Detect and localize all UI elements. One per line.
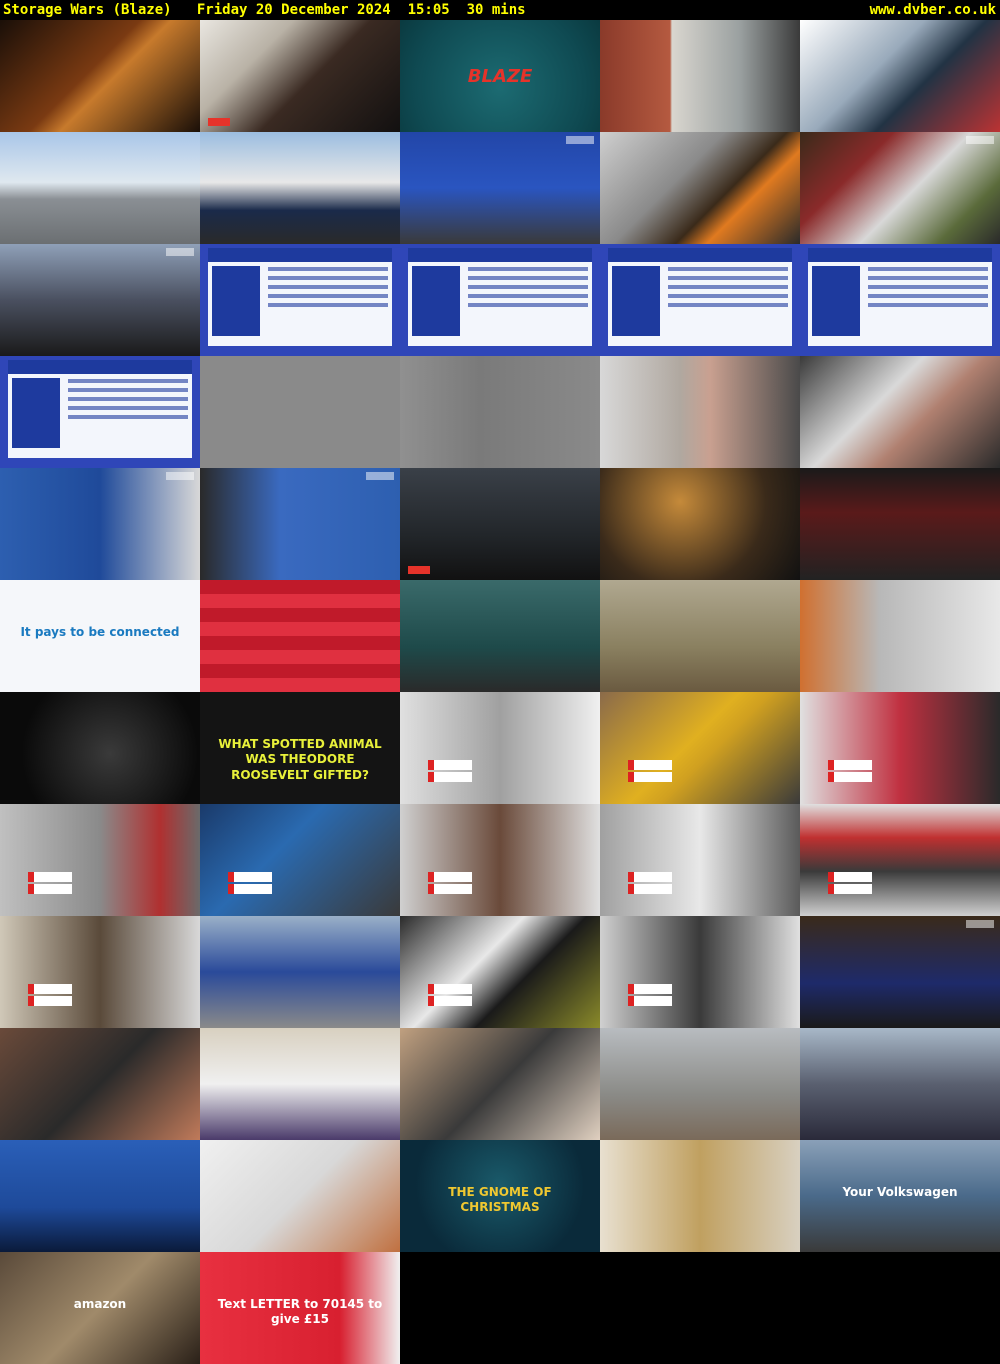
screenshot-thumbnail[interactable]: It pays to be connected [0,580,200,692]
screenshot-thumbnail[interactable] [0,916,200,1028]
thumbnail-caption: Your Volkswagen [842,1184,958,1199]
channel-watermark-icon [566,136,594,144]
channel-watermark-icon [166,248,194,256]
screenshot-thumbnail[interactable] [200,468,400,580]
value-cost-overlay [628,872,672,906]
screenshot-thumbnail[interactable] [600,20,800,132]
screenshot-thumbnail[interactable]: Text LETTER to 70145 to give £15 [200,1252,400,1364]
screenshot-thumbnail[interactable] [400,356,600,468]
screenshot-thumbnail[interactable] [200,244,400,356]
screenshot-thumbnail[interactable] [600,468,800,580]
screenshot-thumbnail[interactable] [600,692,800,804]
screenshot-thumbnail[interactable]: WHAT SPOTTED ANIMAL WAS THEODORE ROOSEVE… [200,692,400,804]
screenshot-thumbnail[interactable] [200,132,400,244]
thumbnail-caption: It pays to be connected [20,624,180,639]
screenshot-thumbnail[interactable] [400,804,600,916]
screenshot-thumbnail[interactable]: Your Volkswagen [800,1140,1000,1252]
screenshot-thumbnail[interactable] [0,356,200,468]
screenshot-thumbnail[interactable] [200,356,400,468]
value-cost-overlay [428,760,472,794]
screenshot-thumbnail[interactable] [600,1140,800,1252]
screenshot-thumbnail[interactable] [800,1028,1000,1140]
channel-watermark-icon [166,472,194,480]
thumbnail-caption: BLAZE [467,66,533,87]
screenshot-thumbnail[interactable] [0,1028,200,1140]
value-cost-overlay [428,984,472,1018]
screenshot-thumbnail[interactable] [200,916,400,1028]
thumbnail-caption: Text LETTER to 70145 to give £15 [217,1296,383,1327]
screenshot-thumbnail[interactable] [200,1140,400,1252]
screenshot-thumbnail[interactable] [600,132,800,244]
screenshot-thumbnail[interactable] [800,916,1000,1028]
thumbnail-caption: THE GNOME OF CHRISTMAS [448,1184,552,1215]
page-header: Storage Wars (Blaze) Friday 20 December … [0,0,1000,20]
thumbnail-caption: amazon [73,1296,127,1311]
channel-logo-icon [208,118,230,126]
screenshot-thumbnail[interactable] [400,1028,600,1140]
screenshot-thumbnail[interactable] [600,916,800,1028]
programme-title: Storage Wars (Blaze) Friday 20 December … [3,2,526,18]
screenshot-thumbnail[interactable]: THE GNOME OF CHRISTMAS [400,1140,600,1252]
channel-watermark-icon [966,136,994,144]
screenshot-thumbnail[interactable] [800,804,1000,916]
screenshot-thumbnail[interactable] [400,692,600,804]
screenshot-thumbnail[interactable] [600,244,800,356]
screenshot-thumbnail[interactable] [600,580,800,692]
screenshot-thumbnail[interactable] [200,804,400,916]
screenshot-thumbnail[interactable] [0,132,200,244]
screenshot-thumbnail[interactable]: BLAZE [400,20,600,132]
screenshot-thumbnail[interactable] [0,244,200,356]
screenshot-thumbnail[interactable] [400,916,600,1028]
screenshot-thumbnail[interactable] [0,692,200,804]
screenshot-thumbnail[interactable] [0,804,200,916]
channel-logo-icon [408,566,430,574]
screenshot-thumbnail[interactable] [800,20,1000,132]
thumbnail-caption: WHAT SPOTTED ANIMAL WAS THEODORE ROOSEVE… [218,736,382,782]
screenshot-thumbnail[interactable] [800,244,1000,356]
screenshot-thumbnail[interactable] [800,356,1000,468]
screenshot-thumbnail[interactable] [0,1140,200,1252]
value-cost-overlay [428,872,472,906]
screenshot-thumbnail[interactable] [800,468,1000,580]
screenshot-thumbnail[interactable] [400,132,600,244]
site-link[interactable]: www.dvber.co.uk [870,0,996,20]
screenshot-thumbnail[interactable] [200,580,400,692]
cruise-advert-panel [808,248,992,346]
screenshot-thumbnail[interactable] [200,20,400,132]
screenshot-thumbnail[interactable] [600,804,800,916]
screenshot-thumbnail[interactable] [200,1028,400,1140]
value-cost-overlay [228,872,272,906]
screenshot-thumbnail[interactable] [400,580,600,692]
thumbnail-grid: BLAZE It pays to be connected WHAT SPOTTED… [0,20,1000,1364]
value-cost-overlay [628,984,672,1018]
screenshot-thumbnail[interactable] [600,1028,800,1140]
screenshot-thumbnail[interactable] [400,468,600,580]
value-cost-overlay [28,872,72,906]
channel-watermark-icon [366,472,394,480]
value-cost-overlay [28,984,72,1018]
screenshot-thumbnail[interactable] [800,692,1000,804]
screenshot-thumbnail[interactable] [800,580,1000,692]
value-cost-overlay [828,760,872,794]
channel-watermark-icon [966,920,994,928]
screenshot-thumbnail[interactable]: amazon [0,1252,200,1364]
screenshot-thumbnail[interactable] [0,468,200,580]
screenshot-thumbnail[interactable] [600,356,800,468]
screenshot-thumbnail[interactable] [800,132,1000,244]
cruise-advert-panel [608,248,792,346]
screenshot-thumbnail[interactable] [400,244,600,356]
cruise-advert-panel [208,248,392,346]
cruise-advert-panel [8,360,192,458]
cruise-advert-panel [408,248,592,346]
value-cost-overlay [828,872,872,906]
screenshot-thumbnail[interactable] [0,20,200,132]
value-cost-overlay [628,760,672,794]
